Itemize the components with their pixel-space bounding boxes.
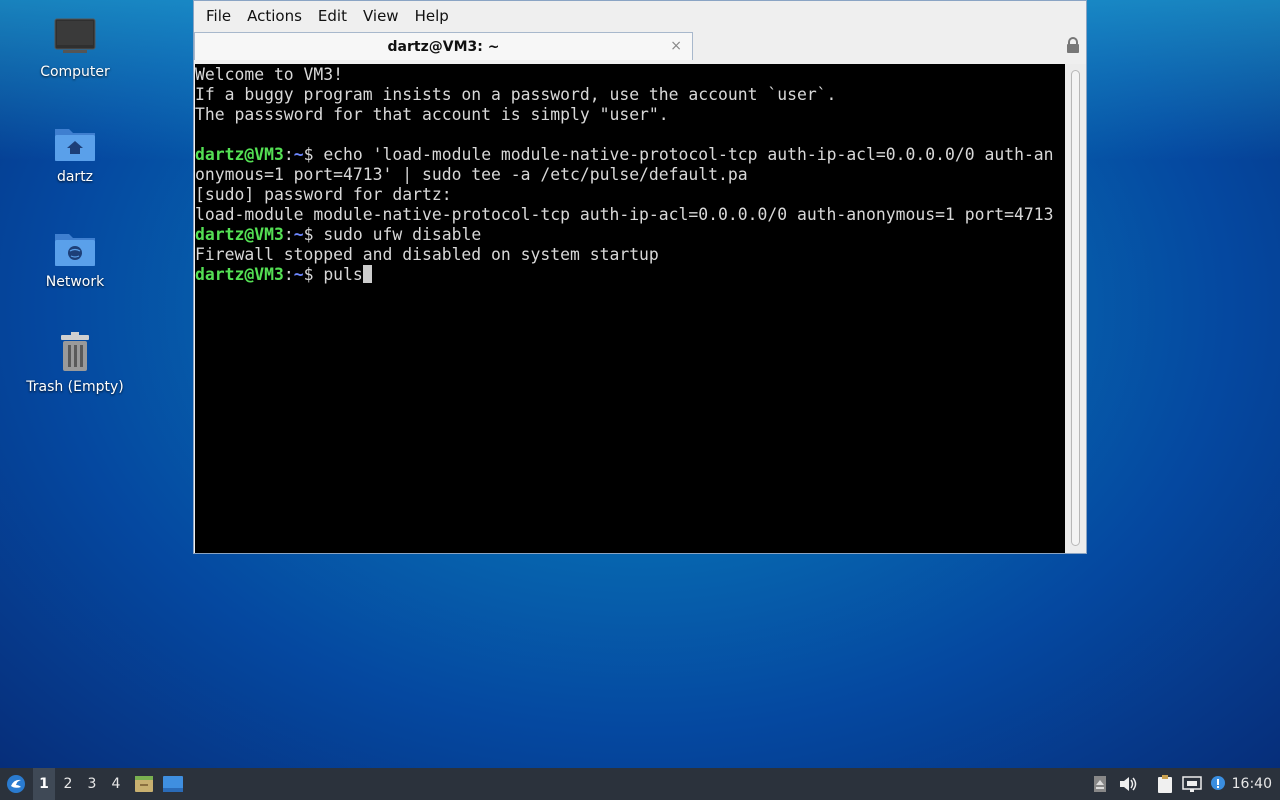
volume-icon[interactable] <box>1117 768 1139 800</box>
menu-help[interactable]: Help <box>407 1 457 31</box>
terminal-output-line: Welcome to VM3! <box>195 65 1065 85</box>
prompt-user: dartz@VM3 <box>195 265 284 284</box>
menu-bar: File Actions Edit View Help <box>194 1 1086 31</box>
desktop-icon-label: Trash (Empty) <box>26 379 124 395</box>
prompt-separator: : <box>283 145 294 164</box>
terminal-scrollbar[interactable] <box>1065 64 1086 553</box>
output-text: load-module module-native-protocol-tcp a… <box>195 205 1054 224</box>
command-text: sudo ufw disable <box>323 225 482 244</box>
trash-icon <box>53 331 97 375</box>
terminal-output-line: [sudo] password for dartz: <box>195 185 1065 205</box>
output-text: onymous=1 port=4713' | sudo tee -a /etc/… <box>195 165 748 184</box>
terminal-tab[interactable]: dartz@VM3: ~ × <box>194 32 693 60</box>
file-manager-icon[interactable] <box>133 768 155 800</box>
taskbar: 1 2 3 4 16:40 <box>0 768 1280 800</box>
desktop-background: Computer dartz Network Trash (Empty) Fil… <box>0 0 1280 768</box>
prompt-symbol: $ <box>303 265 324 284</box>
workspace-3[interactable]: 3 <box>81 768 103 800</box>
terminal-command-line: dartz@VM3:~$ puls <box>195 265 1065 285</box>
terminal-output-line: load-module module-native-protocol-tcp a… <box>195 205 1065 225</box>
tab-close-icon[interactable]: × <box>670 38 682 54</box>
desktop-icon-label: dartz <box>56 169 94 185</box>
prompt-path: ~ <box>293 225 304 244</box>
terminal-command-line: dartz@VM3:~$ echo 'load-module module-na… <box>195 145 1065 165</box>
terminal-output-line: onymous=1 port=4713' | sudo tee -a /etc/… <box>195 165 1065 185</box>
output-text: Welcome to VM3! <box>195 65 344 84</box>
prompt-separator: : <box>283 225 294 244</box>
prompt-path: ~ <box>293 145 304 164</box>
terminal-output-line: Firewall stopped and disabled on system … <box>195 245 1065 265</box>
show-desktop-icon[interactable] <box>161 768 185 800</box>
terminal-command-line: dartz@VM3:~$ sudo ufw disable <box>195 225 1065 245</box>
output-text: If a buggy program insists on a password… <box>195 85 837 104</box>
terminal-output[interactable]: Welcome to VM3! If a buggy program insist… <box>195 64 1065 553</box>
output-text: [sudo] password for dartz: <box>195 185 452 204</box>
network-folder-icon <box>53 226 97 270</box>
home-folder-icon <box>53 121 97 165</box>
lock-icon[interactable] <box>1066 37 1080 53</box>
workspace-1[interactable]: 1 <box>33 768 55 800</box>
scrollbar-thumb[interactable] <box>1071 70 1080 546</box>
terminal-output-line: The passsword for that account is simply… <box>195 105 1065 125</box>
prompt-separator: : <box>283 265 294 284</box>
menu-file[interactable]: File <box>198 1 239 31</box>
desktop-icon-computer[interactable]: Computer <box>10 16 140 80</box>
desktop-icon-home[interactable]: dartz <box>10 121 140 185</box>
terminal-window: File Actions Edit View Help dartz@VM3: ~… <box>193 0 1087 554</box>
clock[interactable]: 16:40 <box>1232 768 1272 800</box>
desktop-icon-label: Computer <box>40 64 110 80</box>
prompt-symbol: $ <box>303 145 324 164</box>
workspace-2[interactable]: 2 <box>57 768 79 800</box>
output-text: The passsword for that account is simply… <box>195 105 669 124</box>
menu-actions[interactable]: Actions <box>239 1 310 31</box>
prompt-symbol: $ <box>303 225 324 244</box>
terminal-output-line: If a buggy program insists on a password… <box>195 85 1065 105</box>
clipboard-icon[interactable] <box>1154 768 1176 800</box>
workspace-4[interactable]: 4 <box>105 768 127 800</box>
notification-icon[interactable] <box>1207 768 1229 800</box>
desktop-icon-trash[interactable]: Trash (Empty) <box>10 331 140 395</box>
network-wired-icon[interactable] <box>1181 768 1203 800</box>
prompt-user: dartz@VM3 <box>195 225 284 244</box>
tab-title: dartz@VM3: ~ <box>387 38 500 55</box>
command-text: puls <box>323 265 363 284</box>
eject-icon[interactable] <box>1090 768 1110 800</box>
menu-edit[interactable]: Edit <box>310 1 355 31</box>
tab-bar: dartz@VM3: ~ × <box>194 31 1086 63</box>
prompt-user: dartz@VM3 <box>195 145 284 164</box>
prompt-path: ~ <box>293 265 304 284</box>
start-menu-icon[interactable] <box>4 768 28 800</box>
desktop-icon-network[interactable]: Network <box>10 226 140 290</box>
menu-view[interactable]: View <box>355 1 407 31</box>
desktop-icon-label: Network <box>45 274 105 290</box>
computer-icon <box>53 16 97 60</box>
output-text: Firewall stopped and disabled on system … <box>195 245 659 264</box>
command-text: echo 'load-module module-native-protocol… <box>323 145 1054 164</box>
terminal-cursor <box>362 265 372 283</box>
